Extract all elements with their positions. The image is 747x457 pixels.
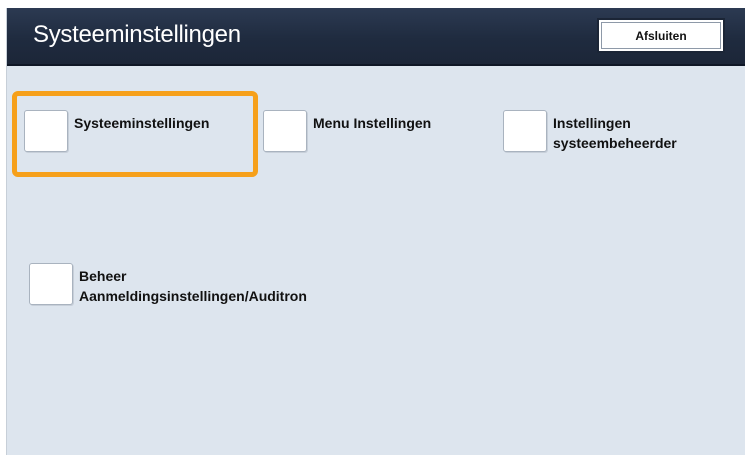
option-menu-instellingen[interactable]: Menu Instellingen bbox=[263, 110, 431, 152]
option-label: Systeeminstellingen bbox=[74, 113, 209, 133]
option-label-line: Aanmeldingsinstellingen/Auditron bbox=[79, 288, 307, 304]
option-beheer-aanmeldingsinstellingen[interactable]: Beheer Aanmeldingsinstellingen/Auditron bbox=[29, 263, 307, 306]
option-label-line: Instellingen bbox=[553, 115, 631, 131]
option-systeeminstellingen[interactable]: Systeeminstellingen bbox=[24, 110, 209, 152]
option-label-line: Menu Instellingen bbox=[313, 115, 432, 131]
settings-screen: Systeeminstellingen Afsluiten Systeemins… bbox=[6, 8, 745, 455]
title-bar: Systeeminstellingen Afsluiten bbox=[7, 8, 745, 66]
option-checkbox[interactable] bbox=[263, 110, 307, 152]
option-label-line: Systeeminstellingen bbox=[74, 115, 210, 131]
option-label: Menu Instellingen bbox=[313, 113, 431, 133]
option-label: Instellingen systeembeheerder bbox=[553, 113, 677, 153]
option-instellingen-systeembeheerder[interactable]: Instellingen systeembeheerder bbox=[503, 110, 677, 153]
option-label-line: Beheer bbox=[79, 268, 127, 284]
option-checkbox[interactable] bbox=[503, 110, 547, 152]
option-checkbox[interactable] bbox=[24, 110, 68, 152]
option-label: Beheer Aanmeldingsinstellingen/Auditron bbox=[79, 266, 307, 306]
page-title: Systeeminstellingen bbox=[33, 21, 241, 48]
exit-button[interactable]: Afsluiten bbox=[597, 18, 725, 53]
option-label-line: systeembeheerder bbox=[553, 135, 677, 151]
option-checkbox[interactable] bbox=[29, 263, 73, 305]
